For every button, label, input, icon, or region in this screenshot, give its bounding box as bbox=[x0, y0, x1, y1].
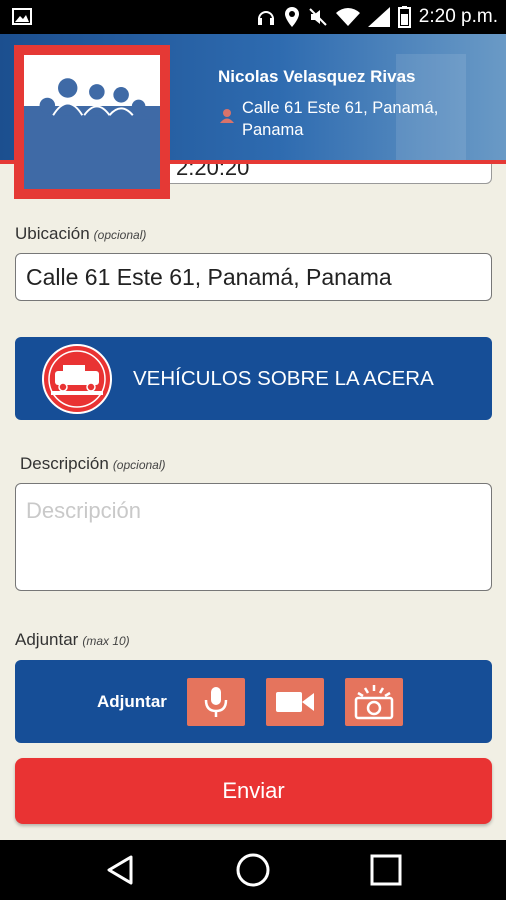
category-button[interactable]: VEHÍCULOS SOBRE LA ACERA bbox=[15, 337, 492, 420]
avatar-image bbox=[24, 55, 160, 189]
signal-icon bbox=[367, 7, 390, 27]
user-location-icon bbox=[220, 109, 234, 123]
attach-label: Adjuntar (max 10) bbox=[15, 630, 130, 649]
people-group-icon bbox=[35, 78, 151, 122]
back-triangle-icon bbox=[107, 855, 133, 885]
microphone-icon bbox=[204, 687, 228, 717]
status-time: 2:20 p.m. bbox=[418, 6, 498, 27]
description-label: Descripción (opcional) bbox=[20, 454, 166, 473]
attach-audio-button[interactable] bbox=[187, 678, 245, 726]
status-bar: 2:20 p.m. bbox=[0, 0, 506, 34]
battery-icon bbox=[397, 6, 411, 28]
send-button[interactable]: Enviar bbox=[15, 758, 492, 824]
car-on-sidewalk-icon bbox=[42, 343, 112, 414]
user-name: Nicolas Velasquez Rivas bbox=[218, 67, 416, 86]
location-icon bbox=[284, 7, 299, 27]
mute-icon bbox=[309, 8, 327, 26]
camera-icon bbox=[354, 685, 394, 720]
avatar[interactable] bbox=[14, 45, 170, 199]
recents-square-icon bbox=[370, 854, 402, 886]
attach-button-label: Adjuntar bbox=[97, 692, 167, 711]
image-icon bbox=[12, 8, 32, 25]
recents-button[interactable] bbox=[364, 850, 408, 890]
location-input[interactable]: Calle 61 Este 61, Panamá, Panama bbox=[15, 253, 492, 301]
attach-video-button[interactable] bbox=[266, 678, 324, 726]
attach-bar: Adjuntar bbox=[15, 660, 492, 743]
video-camera-icon bbox=[276, 692, 314, 712]
wifi-icon bbox=[335, 8, 360, 26]
category-label: VEHÍCULOS SOBRE LA ACERA bbox=[133, 366, 434, 390]
headphones-icon bbox=[257, 11, 274, 25]
user-location: Calle 61 Este 61, Panamá, Panama bbox=[242, 99, 439, 139]
attach-photo-button[interactable] bbox=[345, 678, 403, 726]
description-textarea[interactable]: Descripción bbox=[15, 483, 492, 591]
navigation-bar bbox=[0, 840, 506, 900]
back-button[interactable] bbox=[98, 850, 142, 890]
location-label: Ubicación (opcional) bbox=[15, 224, 147, 243]
home-circle-icon bbox=[236, 853, 270, 887]
home-button[interactable] bbox=[231, 850, 275, 890]
